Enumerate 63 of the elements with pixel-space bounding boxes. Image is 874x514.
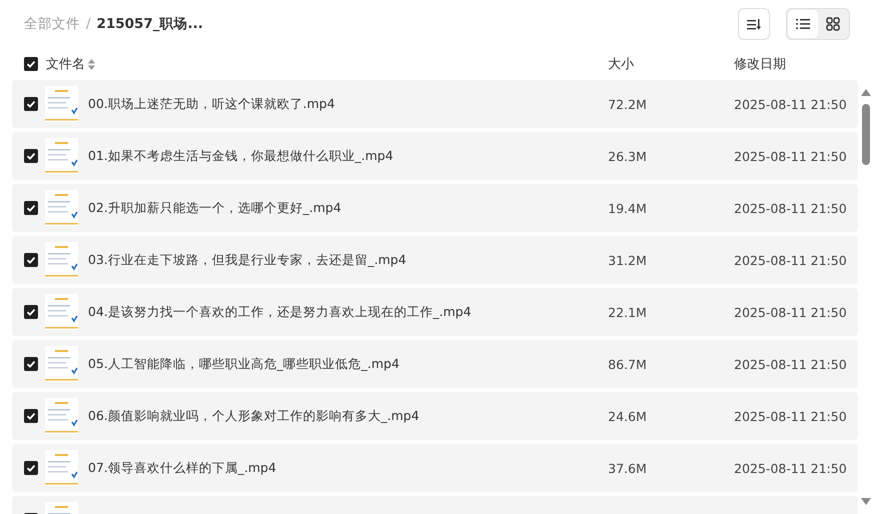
modified-date: 2025-08-11 21:50 [734,408,848,424]
slide-thumbnail [45,294,78,330]
checkbox[interactable] [24,305,38,319]
slide-thumbnail [45,242,78,278]
list-icon [796,18,810,30]
modified-date: 2025-08-11 21:50 [734,252,848,268]
file-row[interactable]: 06.颜值影响就业吗，个人形象对工作的影响有多大_.mp4 24.6M 2025-08-11 21:50 [12,392,858,440]
sort-icon [747,18,761,30]
slide-thumbnail [45,346,78,382]
column-header[interactable]: 修改日期 [734,55,858,73]
grid-icon [826,17,840,31]
file-size: 24.6M [608,408,648,424]
modified-date: 2025-08-11 21:50 [734,96,848,112]
file-row[interactable]: 03.行业在走下坡路，但我是行业专家，去还是留_.mp4 31.2M 2025-08-11 21:50 [12,236,858,284]
modified-date: 2025-08-11 21:50 [734,148,848,164]
checkbox[interactable] [24,461,38,475]
file-row[interactable]: 07.领导喜欢什么样的下属_.mp4 37.6M 2025-08-11 21:50 [12,444,858,492]
file-size: 19.4M [608,200,648,216]
file-name: 07.领导喜欢什么样的下属_.mp4 [88,460,278,476]
checkbox[interactable] [24,201,38,215]
file-row[interactable]: 01.如果不考虑生活与金钱，你最想做什么职业_.mp4 26.3M 2025-08-11 21:50 [12,132,858,180]
checkbox[interactable] [24,253,38,267]
file-name: 04.是该努力找一个喜欢的工作，还是努力喜欢上现在的工作_.mp4 [88,304,472,320]
file-size: 72.2M [608,96,648,112]
file-row[interactable]: 02.升职加薪只能选一个，选哪个更好_.mp4 19.4M 2025-08-11 21:50 [12,184,858,232]
column-header[interactable]: 文件名 [46,55,85,73]
file-name: 05.人工智能降临，哪些职业高危_哪些职业低危_.mp4 [88,356,400,372]
column-header[interactable]: 大小 [608,55,734,73]
file-size: 31.2M [608,252,648,268]
file-row[interactable]: 05.人工智能降临，哪些职业高危_哪些职业低危_.mp4 86.7M 2025-08-11 21:50 [12,340,858,388]
scroll-up-icon[interactable] [861,89,871,96]
slide-thumbnail [45,138,78,174]
breadcrumb-item[interactable]: 215057_职场... [96,15,204,33]
modified-date: 2025-08-11 21:50 [734,200,848,216]
file-size: 86.7M [608,356,648,372]
file-name: 00.职场上迷茫无助，听这个课就欧了.mp4 [88,96,336,112]
file-row[interactable]: 04.是该努力找一个喜欢的工作，还是努力喜欢上现在的工作_.mp4 22.1M 2025-08-11 21:50 [12,288,858,336]
view-toggle-button[interactable] [788,10,818,38]
file-name: 03.行业在走下坡路，但我是行业专家，去还是留_.mp4 [88,252,408,268]
sort-arrows-icon[interactable] [88,58,95,70]
file-name: 06.颜值影响就业吗，个人形象对工作的影响有多大_.mp4 [88,408,420,424]
checkbox[interactable] [24,149,38,163]
slide-thumbnail [45,398,78,434]
file-row[interactable]: 00.职场上迷茫无助，听这个课就欧了.mp4 72.2M 2025-08-11 21:50 [12,80,858,128]
scroll-down-icon[interactable] [861,498,871,505]
modified-date: 2025-08-11 21:50 [734,356,848,372]
file-size: 26.3M [608,148,648,164]
checkbox[interactable] [24,357,38,371]
file-size: 22.1M [608,304,648,320]
file-size: 37.6M [608,460,648,476]
modified-date: 2025-08-11 21:50 [734,304,848,320]
checkbox[interactable] [24,409,38,423]
scroll-thumb[interactable] [862,104,870,165]
file-name: 01.如果不考虑生活与金钱，你最想做什么职业_.mp4 [88,148,394,164]
slide-thumbnail [45,450,78,486]
file-name: 02.升职加薪只能选一个，选哪个更好_.mp4 [88,200,342,216]
checkbox[interactable] [24,57,38,71]
modified-date: 2025-08-11 21:50 [734,460,848,476]
checkbox[interactable] [24,97,38,111]
sort-button[interactable] [738,8,770,40]
breadcrumb-separator: / [86,16,91,32]
slide-thumbnail [45,86,78,122]
slide-thumbnail [45,190,78,226]
